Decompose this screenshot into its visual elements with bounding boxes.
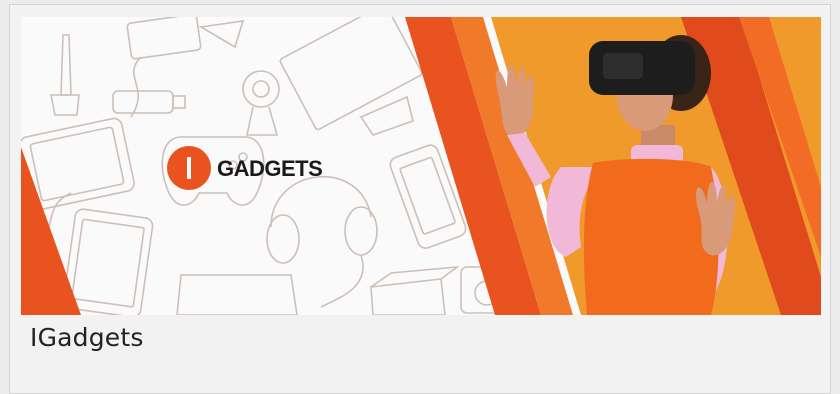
- card-title[interactable]: IGadgets: [30, 323, 144, 352]
- banner-image[interactable]: GADGETS: [21, 17, 821, 315]
- logo-text: GADGETS: [217, 156, 322, 181]
- product-card[interactable]: GADGETS IGadgets: [9, 4, 831, 394]
- banner-illustration: GADGETS: [21, 17, 821, 315]
